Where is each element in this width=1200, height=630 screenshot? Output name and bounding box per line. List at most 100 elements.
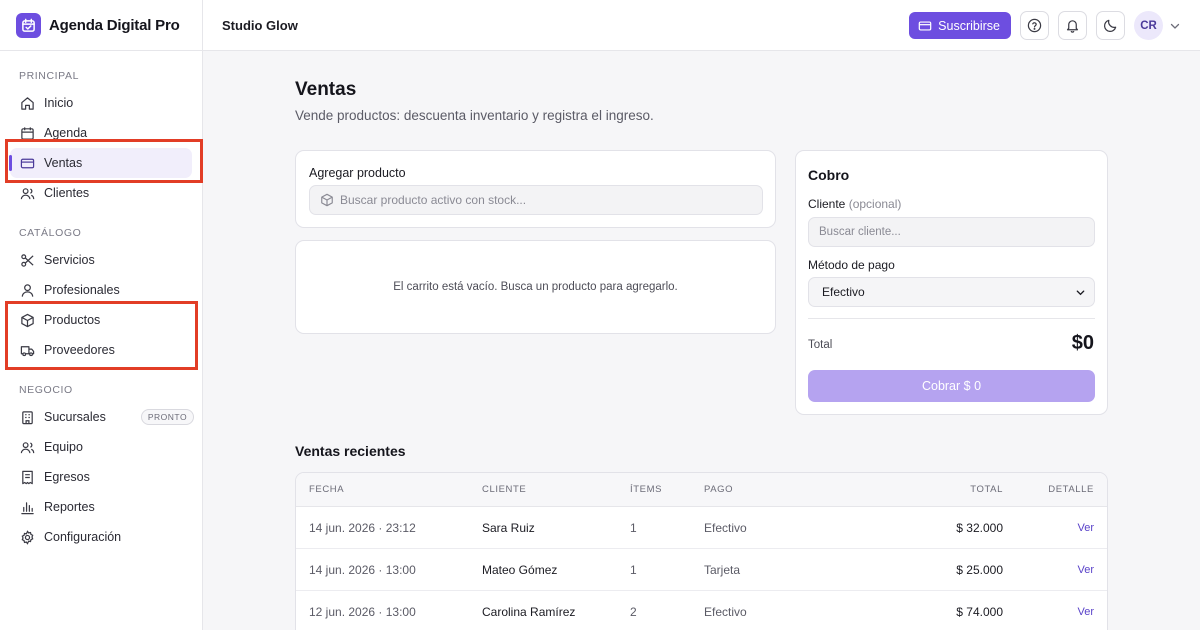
receipt-icon (19, 469, 35, 485)
cell-cliente: Mateo Gómez (482, 562, 558, 577)
cell-items: 1 (630, 562, 637, 577)
subscribe-label: Suscribirse (938, 18, 1000, 33)
home-icon (19, 95, 35, 111)
charge-button[interactable]: Cobrar $ 0 (808, 370, 1095, 402)
sidebar-item-label: Reportes (44, 500, 95, 514)
sidebar-nav: PRINCIPAL Inicio Agenda Ventas Clientes … (0, 51, 202, 552)
sidebar-item-agenda[interactable]: Agenda (0, 118, 202, 148)
cell-pago: Efectivo (704, 604, 747, 619)
column-header-cliente[interactable]: CLIENTE (482, 473, 526, 506)
sidebar-item-inicio[interactable]: Inicio (0, 88, 202, 118)
topbar-actions: Suscribirse CR (909, 0, 1181, 51)
cell-total: $ 32.000 (956, 520, 1003, 535)
box-icon (320, 193, 334, 207)
client-label-text: Cliente (808, 197, 846, 211)
sidebar-item-productos[interactable]: Productos (0, 305, 202, 335)
product-search-placeholder: Buscar producto activo con stock... (340, 193, 527, 207)
brand[interactable]: Agenda Digital Pro (0, 0, 202, 51)
sidebar-item-label: Sucursales (44, 410, 106, 424)
bell-icon (1065, 18, 1080, 33)
payment-method-value: Efectivo (822, 285, 865, 299)
sidebar-item-label: Configuración (44, 530, 122, 544)
sidebar-item-clientes[interactable]: Clientes (0, 178, 202, 208)
sidebar-item-egresos[interactable]: Egresos (0, 462, 202, 492)
cell-total: $ 25.000 (956, 562, 1003, 577)
payment-card: Cobro Cliente (opcional) Buscar cliente.… (795, 150, 1108, 415)
section-label-negocio: NEGOCIO (19, 384, 73, 396)
cell-cliente: Carolina Ramírez (482, 604, 576, 619)
sidebar-item-label: Servicios (44, 253, 95, 267)
payment-title: Cobro (808, 167, 850, 183)
view-detail-link[interactable]: Ver (1077, 549, 1094, 590)
sidebar-item-label: Clientes (44, 186, 90, 200)
column-header-total[interactable]: TOTAL (970, 473, 1003, 506)
topbar: Studio Glow Suscribirse CR (203, 0, 1200, 51)
payment-method-select[interactable]: Efectivo (808, 277, 1095, 307)
sidebar-item-equipo[interactable]: Equipo (0, 432, 202, 462)
sidebar: Agenda Digital Pro PRINCIPAL Inicio Agen… (0, 0, 203, 630)
sidebar-item-proveedores[interactable]: Proveedores (0, 335, 202, 365)
client-search-input[interactable]: Buscar cliente... (808, 217, 1095, 247)
column-header-detalle[interactable]: DETALLE (1048, 473, 1094, 506)
theme-toggle-button[interactable] (1096, 11, 1125, 40)
scissors-icon (19, 252, 35, 268)
client-search-placeholder: Buscar cliente... (819, 226, 901, 238)
divider (808, 318, 1095, 319)
payment-method-label: Método de pago (808, 258, 895, 272)
team-icon (19, 439, 35, 455)
client-optional-text: (opcional) (848, 197, 902, 211)
table-row[interactable]: 14 jun. 2026 · 23:12 Sara Ruiz 1 Efectiv… (296, 507, 1107, 549)
column-header-pago[interactable]: PAGO (704, 473, 733, 506)
column-header-items[interactable]: ÍTEMS (630, 473, 662, 506)
moon-icon (1103, 18, 1118, 33)
user-icon (19, 185, 35, 201)
sidebar-item-label: Profesionales (44, 283, 120, 297)
total-value: $0 (1071, 332, 1094, 354)
help-icon (1027, 18, 1042, 33)
sidebar-item-label: Egresos (44, 470, 90, 484)
avatar[interactable]: CR (1134, 11, 1163, 40)
cell-pago: Tarjeta (704, 562, 741, 577)
sidebar-item-profesionales[interactable]: Profesionales (0, 275, 202, 305)
sidebar-item-label: Proveedores (44, 343, 115, 357)
help-button[interactable] (1020, 11, 1049, 40)
gear-icon (19, 529, 35, 545)
building-icon (19, 409, 35, 425)
sidebar-item-label: Productos (44, 313, 101, 327)
sidebar-item-configuracion[interactable]: Configuración (0, 522, 202, 552)
add-product-label: Agregar producto (309, 166, 406, 180)
sidebar-item-label: Ventas (44, 156, 83, 170)
cart-card: El carrito está vacío. Busca un producto… (295, 240, 776, 334)
view-detail-link[interactable]: Ver (1077, 591, 1094, 630)
page-title: Ventas (295, 79, 357, 100)
pronto-badge: PRONTO (140, 409, 195, 425)
card-icon (918, 19, 932, 33)
product-search-input[interactable]: Buscar producto activo con stock... (309, 185, 763, 215)
studio-name[interactable]: Studio Glow (222, 18, 298, 33)
total-label: Total (808, 339, 833, 351)
sidebar-item-label: Agenda (44, 126, 88, 140)
view-detail-link[interactable]: Ver (1077, 507, 1094, 548)
page-subtitle: Vende productos: descuenta inventario y … (295, 108, 654, 123)
sidebar-item-servicios[interactable]: Servicios (0, 245, 202, 275)
sidebar-item-sucursales[interactable]: Sucursales PRONTO (0, 402, 202, 432)
cell-items: 1 (630, 520, 637, 535)
sidebar-item-ventas[interactable]: Ventas (9, 148, 192, 178)
chevron-down-icon[interactable] (1169, 20, 1181, 32)
sidebar-item-reportes[interactable]: Reportes (0, 492, 202, 522)
chevron-down-icon (1075, 287, 1086, 298)
recent-sales-table: FECHA CLIENTE ÍTEMS PAGO TOTAL DETALLE 1… (295, 472, 1108, 630)
section-label-principal: PRINCIPAL (19, 70, 80, 82)
calendar-logo-icon (16, 12, 41, 38)
table-row[interactable]: 12 jun. 2026 · 13:00 Carolina Ramírez 2 … (296, 591, 1107, 630)
cell-fecha: 14 jun. 2026 · 23:12 (309, 520, 416, 535)
chart-icon (19, 499, 35, 515)
cell-items: 2 (630, 604, 637, 619)
notifications-button[interactable] (1058, 11, 1087, 40)
table-row[interactable]: 14 jun. 2026 · 13:00 Mateo Gómez 1 Tarje… (296, 549, 1107, 591)
table-header: FECHA CLIENTE ÍTEMS PAGO TOTAL DETALLE (296, 473, 1107, 507)
cell-pago: Efectivo (704, 520, 747, 535)
subscribe-button[interactable]: Suscribirse (909, 12, 1011, 39)
column-header-fecha[interactable]: FECHA (309, 473, 344, 506)
truck-icon (19, 342, 35, 358)
